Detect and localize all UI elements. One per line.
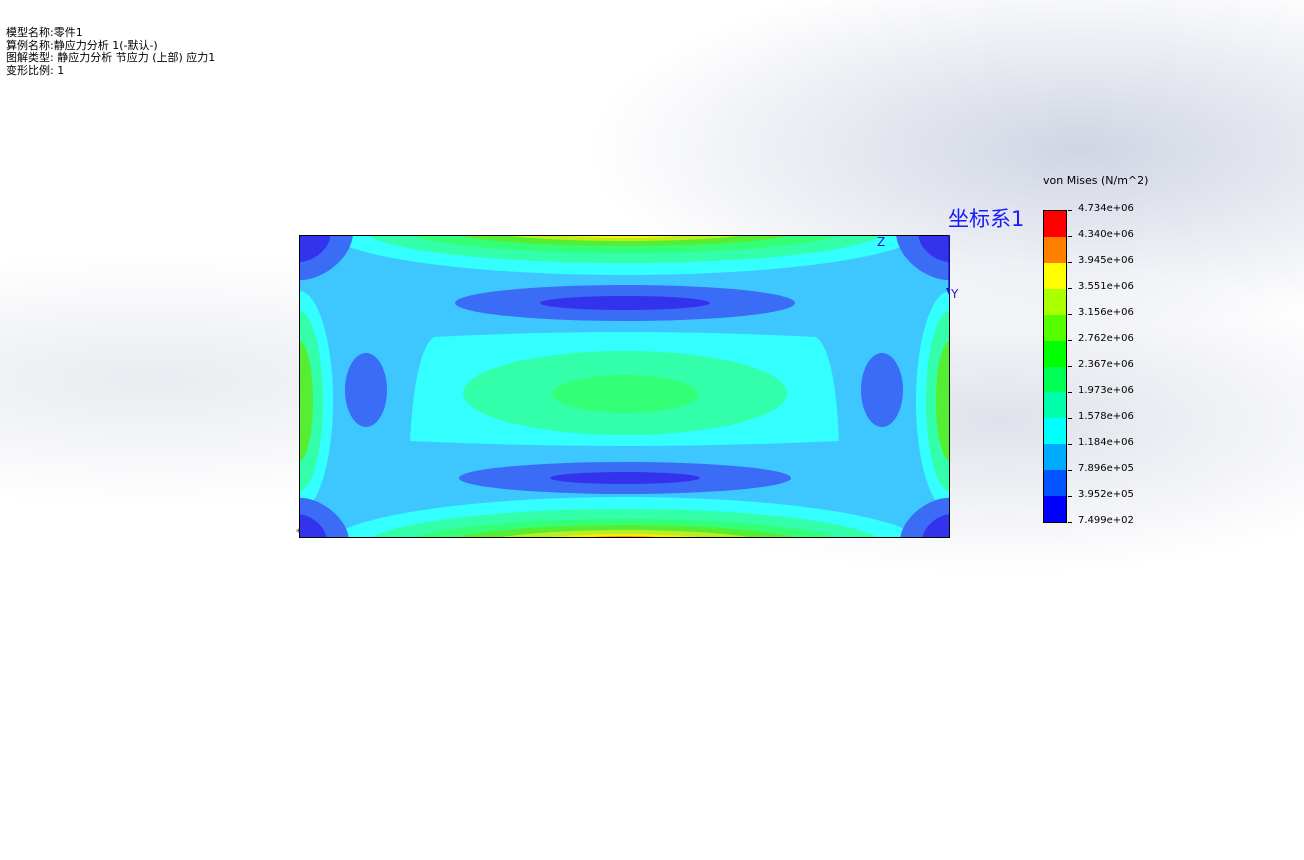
origin-marker: *	[296, 528, 301, 538]
right-oval-blue	[861, 353, 903, 427]
legend-tick	[1068, 444, 1072, 445]
upper-darkblue-zone	[540, 296, 710, 310]
legend-tick-label: 1.578e+06	[1078, 411, 1134, 422]
legend-tick	[1068, 496, 1072, 497]
legend-title: von Mises (N/m^2)	[1043, 174, 1149, 187]
legend-tick	[1068, 522, 1072, 523]
legend-tick	[1068, 366, 1072, 367]
legend-tick-label: 2.367e+06	[1078, 359, 1134, 370]
z-axis-label: Z	[877, 235, 886, 249]
legend-tick	[1068, 340, 1072, 341]
legend-swatch	[1044, 366, 1066, 393]
legend-swatch	[1044, 444, 1066, 471]
plot-type-text: 图解类型: 静应力分析 节应力 (上部) 应力1	[6, 51, 216, 64]
legend-tick-label: 1.973e+06	[1078, 385, 1134, 396]
lower-darkblue-zone	[550, 472, 700, 484]
legend-tick-label: 2.762e+06	[1078, 333, 1134, 344]
legend-swatch	[1044, 288, 1066, 315]
left-oval-blue	[345, 353, 387, 427]
legend-tick	[1068, 288, 1072, 289]
legend-swatch	[1044, 340, 1066, 367]
y-axis-label: Y	[951, 287, 959, 301]
legend-tick-label: 3.551e+06	[1078, 281, 1134, 292]
legend-swatch	[1044, 236, 1066, 263]
legend-tick	[1068, 236, 1072, 237]
legend-tick-label: 3.945e+06	[1078, 255, 1134, 266]
legend-swatch	[1044, 262, 1066, 289]
legend-swatch	[1044, 470, 1066, 497]
coordinate-system-label: 坐标系1	[948, 207, 1025, 231]
center-green-zone	[552, 375, 698, 413]
legend-tick-label: 3.156e+06	[1078, 307, 1134, 318]
legend-tick	[1068, 470, 1072, 471]
legend-tick	[1068, 392, 1072, 393]
stress-contour-plot[interactable]	[299, 235, 950, 538]
legend-tick-label: 1.184e+06	[1078, 437, 1134, 448]
legend-tick-label: 3.952e+05	[1078, 489, 1134, 500]
legend-swatch	[1044, 314, 1066, 341]
legend-color-bar[interactable]	[1043, 210, 1067, 523]
legend-tick-label: 7.896e+05	[1078, 463, 1134, 474]
deformation-scale-text: 变形比例: 1	[6, 63, 65, 77]
stress-contour-svg	[299, 235, 950, 538]
legend-tick-label: 7.499e+02	[1078, 515, 1134, 526]
legend-tick-label: 4.340e+06	[1078, 229, 1134, 240]
legend-tick	[1068, 314, 1072, 315]
legend-tick-label: 4.734e+06	[1078, 203, 1134, 214]
legend-tick	[1068, 262, 1072, 263]
legend-swatch	[1044, 392, 1066, 419]
study-info-block: 模型名称:零件1 算例名称:静应力分析 1(-默认-) 图解类型: 静应力分析 …	[6, 26, 216, 77]
legend-swatch	[1044, 211, 1066, 237]
legend-tick	[1068, 210, 1072, 211]
legend-swatch	[1044, 496, 1066, 523]
model-name-text: 模型名称:零件1	[6, 26, 83, 39]
legend-tick	[1068, 418, 1072, 419]
legend-swatch	[1044, 418, 1066, 445]
